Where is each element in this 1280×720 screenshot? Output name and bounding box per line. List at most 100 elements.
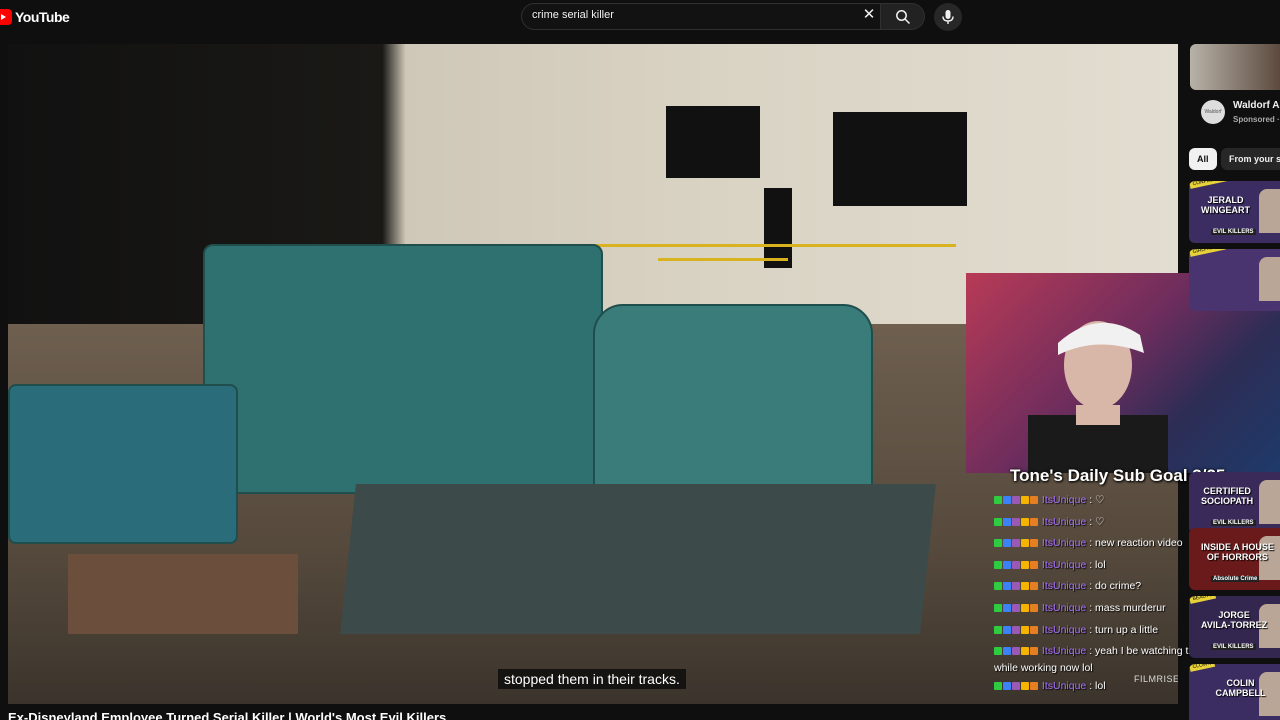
thumbnail-tag: CLOWN	[1189, 664, 1215, 672]
search-input[interactable]	[532, 9, 852, 21]
video-title: Ex-Disneyland Employee Turned Serial Kil…	[8, 710, 447, 720]
badge-icon	[1003, 539, 1011, 548]
chat-username: ItsUnique	[1039, 558, 1090, 571]
thumbnail-tag: BEAUTY	[1189, 596, 1217, 604]
closed-caption: stopped them in their tracks.	[498, 669, 686, 689]
ad-avatar[interactable]: Waldorf	[1201, 100, 1225, 124]
badge-icon	[1003, 496, 1011, 504]
badge-icon	[1012, 625, 1020, 634]
sidebar: Waldorf Waldorf A Sponsored · All From y…	[1189, 44, 1280, 720]
recommended-video-thumbnail[interactable]: CONFESSION JERALDWINGEART EVIL KILLERS	[1189, 181, 1280, 243]
thumbnail-tag: GIRLFRIEND	[1189, 249, 1227, 257]
badge-icon	[994, 603, 1002, 612]
logo-text: YouTube	[15, 9, 70, 25]
garbage-truck-body	[203, 244, 603, 494]
youtube-watch-page: YouTube ✕ stopped them in their tracks. …	[0, 0, 1280, 720]
chat-badges	[994, 556, 1039, 577]
recommended-video-thumbnail[interactable]: CLOWN COLIN CAMPBELL	[1189, 664, 1280, 720]
badge-icon	[1021, 539, 1029, 548]
chat-badges	[994, 513, 1039, 534]
badge-icon	[994, 496, 1002, 504]
chat-username: ItsUnique	[1039, 515, 1090, 528]
chat-text: : do crime?	[1089, 580, 1142, 593]
recommended-video-thumbnail[interactable]: BEAUTY JORGE AVILA-TORREZ EVIL KILLERS	[1189, 596, 1280, 658]
thumbnail-face	[1259, 257, 1280, 301]
badge-icon	[1012, 539, 1020, 548]
chat-username: ItsUnique	[1039, 494, 1090, 506]
chat-username: ItsUnique	[1039, 580, 1090, 593]
badge-icon	[1012, 517, 1020, 526]
search-box[interactable]	[521, 3, 881, 30]
badge-icon	[1030, 682, 1038, 691]
badge-icon	[994, 582, 1002, 591]
chat-badges	[994, 621, 1039, 642]
chat-badges	[994, 491, 1039, 512]
chat-text: : ♡	[1089, 494, 1105, 506]
search-icon	[895, 9, 910, 24]
chat-text: : turn up a little	[1089, 623, 1159, 636]
ad-thumbnail[interactable]	[1190, 44, 1280, 90]
youtube-play-icon	[0, 9, 12, 25]
chat-text: : new reaction video	[1089, 537, 1183, 550]
ad-sponsored-label: Sponsored ·	[1233, 115, 1280, 124]
badge-icon	[1030, 539, 1038, 548]
voice-search-button[interactable]	[934, 3, 962, 31]
chip-all[interactable]: All	[1189, 148, 1217, 170]
thumbnail-face	[1259, 189, 1280, 233]
recommended-video-thumbnail[interactable]: GIRLFRIEND	[1189, 249, 1280, 311]
chat-username: ItsUnique	[1039, 680, 1090, 693]
thumbnail-face	[1259, 480, 1280, 524]
badge-icon	[1030, 517, 1038, 526]
thumbnail-brand: EVIL KILLERS	[1211, 644, 1256, 650]
chat-badges	[994, 577, 1039, 598]
badge-icon	[1021, 603, 1029, 612]
badge-icon	[994, 539, 1002, 548]
chat-username: ItsUnique	[1039, 645, 1090, 658]
thumbnail-title: JORGE AVILA-TORREZ	[1201, 610, 1268, 630]
badge-icon	[994, 517, 1002, 526]
building-window	[833, 112, 967, 206]
chat-badges	[994, 644, 1039, 660]
thumbnail-title: JERALD WINGEART	[1201, 195, 1250, 215]
chat-badges	[994, 677, 1039, 698]
badge-icon	[1030, 496, 1038, 504]
badge-icon	[1021, 647, 1029, 656]
building-door	[764, 188, 792, 268]
chat-username: ItsUnique	[1039, 537, 1090, 550]
ad-title[interactable]: Waldorf A	[1233, 100, 1279, 111]
badge-icon	[1012, 582, 1020, 591]
badge-icon	[1021, 682, 1029, 691]
badge-icon	[994, 682, 1002, 691]
close-icon[interactable]: ✕	[862, 7, 876, 22]
dumpster	[340, 484, 936, 634]
badge-icon	[994, 625, 1002, 634]
chat-text: : lol	[1089, 558, 1106, 571]
badge-icon	[1021, 517, 1029, 526]
badge-icon	[1003, 517, 1011, 526]
badge-icon	[1021, 496, 1029, 504]
badge-icon	[1030, 560, 1038, 569]
badge-icon	[1003, 582, 1011, 591]
badge-icon	[1021, 560, 1029, 569]
recommended-video-thumbnail[interactable]: INSIDE A HOUSE OF HORRORS Absolute Crime	[1189, 528, 1280, 590]
badge-icon	[1030, 625, 1038, 634]
youtube-logo[interactable]: YouTube	[0, 9, 70, 25]
thumbnail-brand: Absolute Crime	[1211, 576, 1260, 582]
search-button[interactable]	[881, 3, 925, 30]
thumbnail-brand: EVIL KILLERS	[1211, 520, 1256, 526]
badge-icon	[1003, 647, 1011, 656]
badge-icon	[1012, 647, 1020, 656]
streamer-figure	[1028, 321, 1168, 473]
chip-from-your-search[interactable]: From your s	[1221, 148, 1280, 170]
badge-icon	[1012, 682, 1020, 691]
badge-icon	[1030, 582, 1038, 591]
recommended-video-thumbnail[interactable]: CERTIFIED SOCIOPATH EVIL KILLERS	[1189, 472, 1280, 534]
badge-icon	[994, 560, 1002, 569]
thumbnail-brand: EVIL KILLERS	[1211, 229, 1256, 235]
badge-icon	[1030, 603, 1038, 612]
yellow-railing	[658, 258, 788, 261]
badge-icon	[1003, 682, 1011, 691]
chat-badges	[994, 534, 1039, 555]
chat-text: : lol	[1089, 680, 1106, 693]
masthead: YouTube ✕	[0, 0, 1280, 44]
